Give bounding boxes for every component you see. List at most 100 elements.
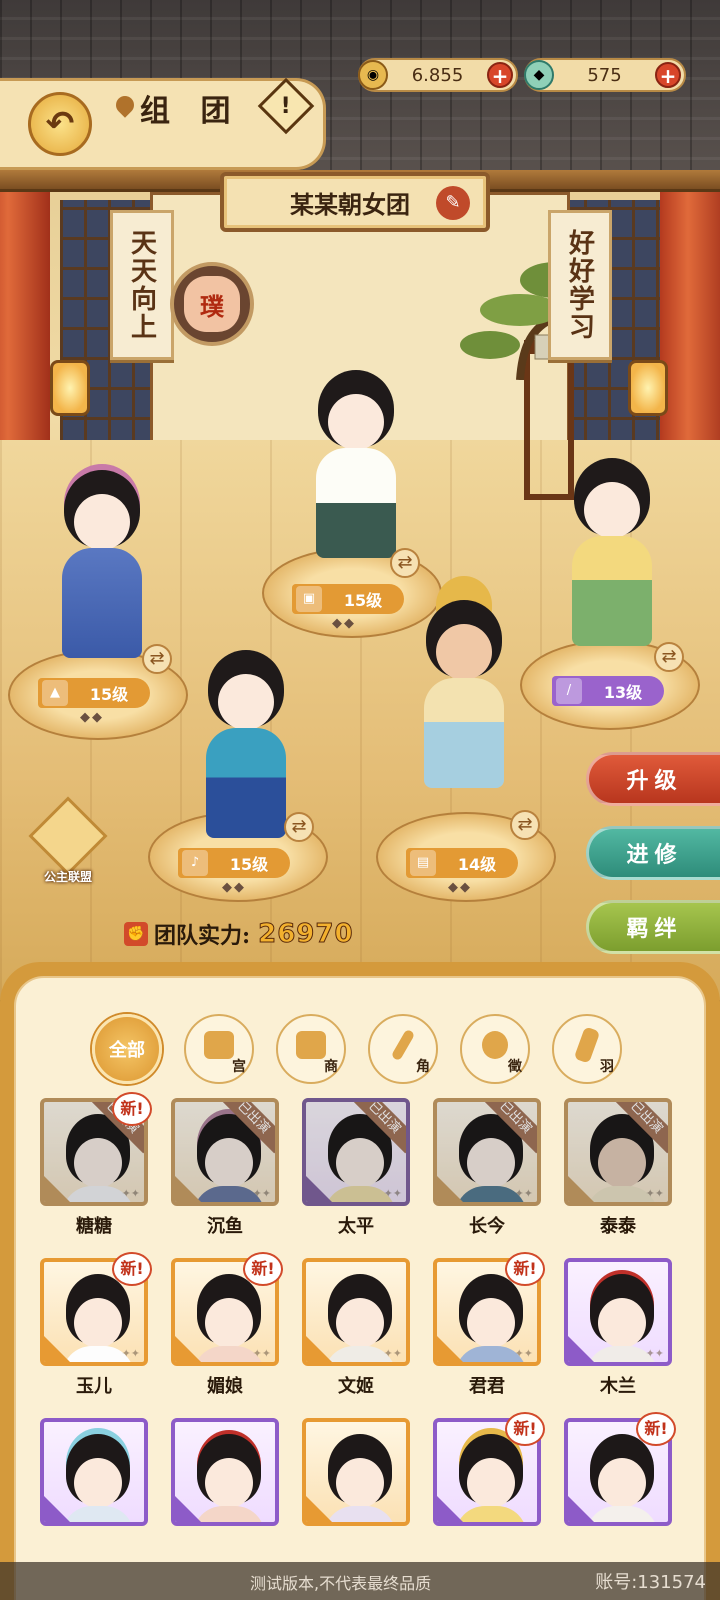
star-rating-1: ◆◆ (332, 616, 356, 631)
princess-alliance-button[interactable]: 公主联盟 (28, 796, 108, 888)
roster-card[interactable]: ✦✦ 文姬 (302, 1258, 410, 1398)
flute-icon (306, 1176, 332, 1202)
roster-card[interactable]: ✦✦ 木兰 (564, 1258, 672, 1398)
jade-value: 575 (587, 64, 622, 86)
roster-card[interactable]: ✦✦ 已出演 泰泰 (564, 1098, 672, 1238)
pouch-icon (28, 796, 108, 876)
new-badge: 新! (505, 1252, 545, 1286)
scroll-right: 好好学习 (548, 210, 612, 360)
roster-card[interactable] (40, 1418, 148, 1532)
coin-icon: ◉ (358, 60, 388, 90)
back-button[interactable]: ↶ (28, 92, 92, 156)
star-rating-4: ◆◆ (222, 880, 246, 895)
character-slot-3[interactable] (552, 458, 672, 658)
upgrade-button[interactable]: 升级 (586, 752, 720, 806)
filter-gong[interactable]: 宫 (184, 1014, 254, 1084)
team-power: ✊ 团队实力: 26970 (124, 918, 354, 950)
drum-icon (437, 1336, 463, 1362)
drum-icon (204, 1031, 234, 1059)
character-slot-5[interactable] (404, 600, 524, 800)
character-slot-2[interactable] (42, 470, 162, 670)
pipa-icon (175, 1496, 201, 1522)
filter-yu[interactable]: 羽 (552, 1014, 622, 1084)
roster-card[interactable]: ✦✦ 已出演 沉鱼 (171, 1098, 279, 1238)
brush-icon: ✎ (445, 192, 461, 213)
filter-all[interactable]: 全部 (92, 1014, 162, 1084)
roster-card[interactable]: ✦✦ 已出演 长今 (433, 1098, 541, 1238)
roster-card[interactable] (302, 1418, 410, 1532)
add-jade-button[interactable]: + (655, 62, 681, 88)
clapper-icon (568, 1336, 594, 1362)
test-version-note: 测试版本,不代表最终品质 (250, 1574, 432, 1593)
roster-card[interactable]: ✦✦ 已出演 太平 (302, 1098, 410, 1238)
jade-counter: ◆ 575 + (524, 58, 686, 92)
character-slot-1[interactable] (296, 370, 416, 570)
account-id: 账号:131574 (595, 1572, 706, 1593)
star-rating-2: ◆◆ (80, 710, 104, 725)
roster-card[interactable]: 新! (564, 1412, 676, 1532)
coin-value: 6.855 (411, 64, 464, 86)
filter-zhi[interactable]: 徵 (460, 1014, 530, 1084)
flute-icon (437, 1496, 463, 1522)
team-badge[interactable]: 璞 (170, 262, 254, 346)
clapper-icon (573, 1026, 601, 1064)
add-coin-button[interactable]: + (487, 62, 513, 88)
swap-icon: ⇄ (517, 814, 533, 835)
swap-icon: ⇄ (661, 646, 677, 667)
roster-card[interactable]: ✦✦ 已出演 新! 糖糖 (40, 1092, 152, 1238)
swap-button-5[interactable]: ⇄ (510, 810, 540, 840)
new-badge: 新! (112, 1092, 152, 1126)
scroll-left: 天天向上 (110, 210, 174, 360)
coin-counter: ◉ 6.855 + (358, 58, 518, 92)
pipa-icon (437, 1176, 463, 1202)
new-badge: 新! (243, 1252, 283, 1286)
clapper-icon (175, 1336, 201, 1362)
roster-grid: ✦✦ 已出演 新! 糖糖 ✦✦ 已出演 沉鱼 (40, 1092, 676, 1532)
back-arrow-icon: ↶ (45, 104, 75, 144)
right-lantern (628, 360, 668, 416)
roster-card[interactable] (171, 1418, 279, 1532)
swap-icon: ⇄ (397, 552, 413, 573)
page-title: 组 团 (140, 94, 241, 129)
swap-button-3[interactable]: ⇄ (654, 642, 684, 672)
swap-button-1[interactable]: ⇄ (390, 548, 420, 578)
pipa-icon (482, 1031, 508, 1059)
new-badge: 新! (636, 1412, 676, 1446)
roster-card[interactable]: ✦✦ 新! 君君 (433, 1252, 545, 1398)
swap-icon: ⇄ (149, 648, 165, 669)
filter-jiao[interactable]: 角 (368, 1014, 438, 1084)
edit-name-button[interactable]: ✎ (436, 186, 470, 220)
level-tag-1: ▣ 15级 (292, 584, 404, 614)
roster-card[interactable]: 新! (433, 1412, 545, 1532)
level-tag-4: ♪ 15级 (178, 848, 290, 878)
swap-button-4[interactable]: ⇄ (284, 812, 314, 842)
flute-icon (390, 1028, 416, 1062)
flute-icon (568, 1496, 594, 1522)
advance-button[interactable]: 进修 (586, 826, 720, 880)
jade-icon: ◆ (524, 60, 554, 90)
drum-icon (44, 1176, 70, 1202)
roster-panel: 全部 宫 商 角 徵 羽 ✦✦ 新! 糖糖 ✦✦ 已出演 沉鱼 ✦✦ 已出演 太… (0, 962, 720, 1600)
fist-icon: ✊ (124, 922, 148, 946)
badge-text: 璞 (184, 276, 240, 332)
power-value: 26970 (258, 919, 354, 950)
level-tag-5: ▤ 14级 (406, 848, 518, 878)
team-name: 某某朝女团 (290, 189, 410, 219)
bell-icon: ▲ (42, 680, 68, 706)
pipa-icon: ♪ (182, 850, 208, 876)
drum-icon (306, 1496, 332, 1522)
new-badge: 新! (112, 1252, 152, 1286)
drum-icon (306, 1336, 332, 1362)
roster-card[interactable]: ✦✦ 新! 媚娘 (171, 1252, 283, 1398)
filter-shang[interactable]: 商 (276, 1014, 346, 1084)
bell-icon (296, 1031, 326, 1059)
level-tag-2: ▲ 15级 (38, 678, 150, 708)
level-tag-3: / 13级 (552, 676, 664, 706)
clapper-icon: ▤ (410, 850, 436, 876)
bond-button[interactable]: 羁绊 (586, 900, 720, 954)
roster-card[interactable]: ✦✦ 新! 玉儿 (40, 1252, 152, 1398)
swap-button-2[interactable]: ⇄ (142, 644, 172, 674)
left-lantern (50, 360, 90, 416)
clapper-icon (568, 1176, 594, 1202)
exclamation-icon: ! (280, 93, 292, 119)
